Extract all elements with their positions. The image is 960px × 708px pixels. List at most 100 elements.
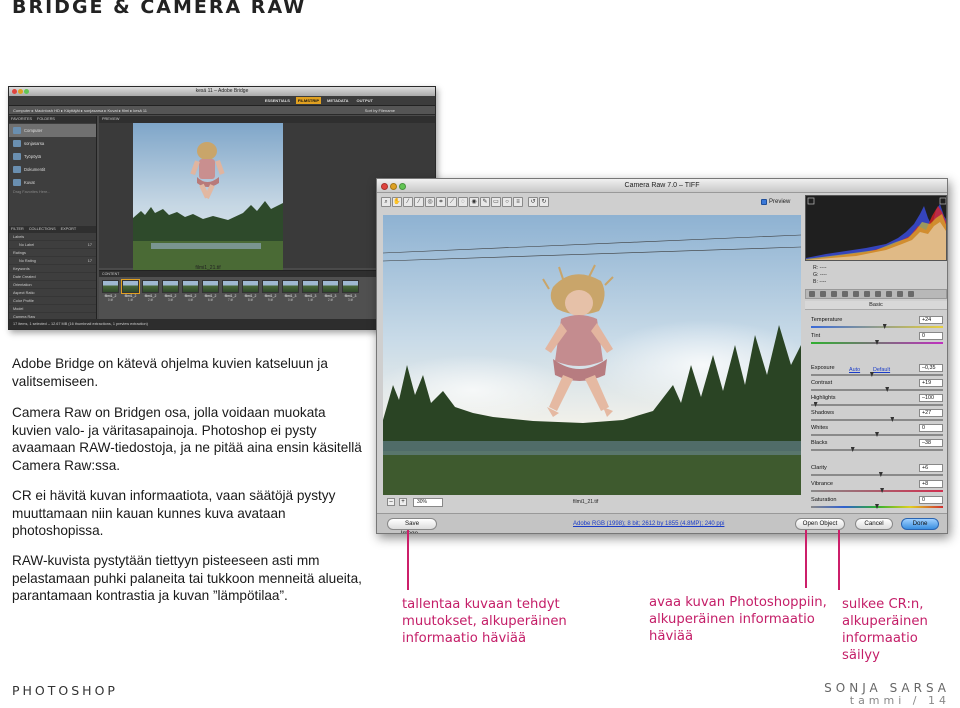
slider-exposure[interactable]: Exposure –0,35 bbox=[809, 364, 945, 379]
slider-value-field[interactable]: +19 bbox=[919, 379, 943, 387]
filmstrip-thumbnail[interactable]: filmi1_3 3.tif bbox=[342, 280, 359, 302]
minimize-icon[interactable] bbox=[18, 89, 23, 94]
slider-track[interactable] bbox=[811, 419, 943, 421]
slider-blacks[interactable]: Blacks –38 bbox=[809, 439, 945, 454]
filmstrip-thumbnail[interactable]: filmi1_2 4.tif bbox=[182, 280, 199, 302]
camera-raw-image[interactable] bbox=[383, 215, 801, 495]
camera-calibration-tab-icon[interactable] bbox=[886, 291, 892, 297]
minimize-icon[interactable] bbox=[390, 183, 397, 190]
cancel-button[interactable]: Cancel bbox=[855, 518, 893, 530]
filmstrip-thumbnail[interactable]: filmi1_2 1.tif bbox=[121, 279, 140, 302]
filmstrip-thumbnail[interactable]: filmi1_2 7.tif bbox=[222, 280, 239, 302]
filter-item[interactable]: Model bbox=[9, 305, 96, 313]
tone-curve-tab-icon[interactable] bbox=[820, 291, 826, 297]
zoom-level-select[interactable]: 30% bbox=[413, 498, 443, 507]
slider-vibrance[interactable]: Vibrance +8 bbox=[809, 480, 945, 495]
hand-tool-icon[interactable]: ✋ bbox=[392, 197, 402, 207]
filter-item[interactable]: Color Profile bbox=[9, 297, 96, 305]
workspace-output[interactable]: OUTPUT bbox=[355, 97, 375, 104]
slider-track[interactable] bbox=[811, 374, 943, 376]
filter-item[interactable]: No Label 17 bbox=[9, 241, 96, 249]
filmstrip-thumbnail[interactable]: filmi1_3 0.tif bbox=[282, 280, 299, 302]
graduated-filter-icon[interactable]: ▭ bbox=[491, 197, 501, 207]
filmstrip-thumbnail[interactable]: filmi1_2 2.tif bbox=[142, 280, 159, 302]
tab-filter[interactable]: FILTER bbox=[11, 226, 24, 233]
slider-value-field[interactable]: +8 bbox=[919, 480, 943, 488]
filter-item[interactable]: No Rating 17 bbox=[9, 257, 96, 265]
filmstrip-thumbnail[interactable]: filmi1_3 1.tif bbox=[302, 280, 319, 302]
zoom-icon[interactable] bbox=[399, 183, 406, 190]
slider-whites[interactable]: Whites 0 bbox=[809, 424, 945, 439]
slider-value-field[interactable]: +27 bbox=[919, 409, 943, 417]
slider-highlights[interactable]: Highlights –100 bbox=[809, 394, 945, 409]
preferences-icon[interactable]: ≡ bbox=[513, 197, 523, 207]
favorite-item[interactable]: Työpöytä bbox=[9, 150, 96, 163]
tab-folders[interactable]: FOLDERS bbox=[37, 116, 55, 123]
radial-filter-icon[interactable]: ○ bbox=[502, 197, 512, 207]
workspace-metadata[interactable]: METADATA bbox=[325, 97, 351, 104]
workspace-essentials[interactable]: ESSENTIALS bbox=[263, 97, 292, 104]
filmstrip-thumbnail[interactable]: filmi1_2 8.tif bbox=[242, 280, 259, 302]
slider-clarity[interactable]: Clarity +6 bbox=[809, 464, 945, 479]
adjustment-brush-icon[interactable]: ✎ bbox=[480, 197, 490, 207]
slider-value-field[interactable]: 0 bbox=[919, 332, 943, 340]
filmstrip-thumbnail[interactable]: filmi1_2 3.tif bbox=[162, 280, 179, 302]
effects-tab-icon[interactable] bbox=[875, 291, 881, 297]
rotate-right-icon[interactable]: ↻ bbox=[539, 197, 549, 207]
filter-item[interactable]: Aspect Ratio bbox=[9, 289, 96, 297]
open-object-button[interactable]: Open Object bbox=[795, 518, 845, 530]
favorite-item[interactable]: Computer bbox=[9, 124, 96, 137]
slider-saturation[interactable]: Saturation 0 bbox=[809, 496, 945, 511]
tab-preview[interactable]: PREVIEW bbox=[99, 116, 435, 123]
favorite-item[interactable]: Kuvat bbox=[9, 176, 96, 189]
filmstrip-thumbnail[interactable]: filmi1_2 0.tif bbox=[102, 280, 119, 302]
targeted-adjust-icon[interactable]: ◎ bbox=[425, 197, 435, 207]
slider-track[interactable] bbox=[811, 449, 943, 451]
done-button[interactable]: Done bbox=[901, 518, 939, 530]
slider-temperature[interactable]: Temperature +24 bbox=[809, 316, 945, 331]
slider-shadows[interactable]: Shadows +27 bbox=[809, 409, 945, 424]
slider-value-field[interactable]: 0 bbox=[919, 496, 943, 504]
crop-icon[interactable]: ⌗ bbox=[436, 197, 446, 207]
slider-track[interactable] bbox=[811, 490, 943, 492]
tab-collections[interactable]: COLLECTIONS bbox=[29, 226, 56, 233]
straighten-icon[interactable]: ⟋ bbox=[447, 197, 457, 207]
breadcrumb[interactable]: Computer ▸ Macintosh HD ▸ Käyttäjät ▸ so… bbox=[13, 108, 147, 113]
zoom-out-button[interactable]: – bbox=[387, 498, 395, 506]
favorite-item[interactable]: Dokumentit bbox=[9, 163, 96, 176]
slider-value-field[interactable]: +6 bbox=[919, 464, 943, 472]
presets-tab-icon[interactable] bbox=[897, 291, 903, 297]
snapshots-tab-icon[interactable] bbox=[908, 291, 914, 297]
zoom-in-button[interactable]: + bbox=[399, 498, 407, 506]
slider-value-field[interactable]: –38 bbox=[919, 439, 943, 447]
tab-export[interactable]: EXPORT bbox=[61, 226, 77, 233]
zoom-tool-icon[interactable]: ⌕ bbox=[381, 197, 391, 207]
preview-checkbox[interactable]: Preview bbox=[761, 199, 790, 205]
slider-track[interactable] bbox=[811, 404, 943, 406]
tab-favorites[interactable]: FAVORITES bbox=[11, 116, 32, 123]
slider-value-field[interactable]: 0 bbox=[919, 424, 943, 432]
filmstrip-thumbnail[interactable]: filmi1_2 6.tif bbox=[202, 280, 219, 302]
slider-contrast[interactable]: Contrast +19 bbox=[809, 379, 945, 394]
red-eye-icon[interactable]: ◉ bbox=[469, 197, 479, 207]
filter-item[interactable]: Date Created bbox=[9, 273, 96, 281]
spot-removal-icon[interactable]: ◌ bbox=[458, 197, 468, 207]
filter-item[interactable]: Labels bbox=[9, 233, 96, 241]
slider-track[interactable] bbox=[811, 389, 943, 391]
filter-item[interactable]: Ratings bbox=[9, 249, 96, 257]
white-balance-icon[interactable]: ⁄ bbox=[403, 197, 413, 207]
lens-tab-icon[interactable] bbox=[864, 291, 870, 297]
zoom-icon[interactable] bbox=[24, 89, 29, 94]
close-icon[interactable] bbox=[381, 183, 388, 190]
filmstrip-thumbnail[interactable]: filmi1_2 9.tif bbox=[262, 280, 279, 302]
filter-item[interactable]: Orientation bbox=[9, 281, 96, 289]
basic-tab-icon[interactable] bbox=[809, 291, 815, 297]
slider-value-field[interactable]: –0,35 bbox=[919, 364, 943, 372]
favorite-item[interactable]: sonjasarsa bbox=[9, 137, 96, 150]
filmstrip-thumbnail[interactable]: filmi1_3 2.tif bbox=[322, 280, 339, 302]
slider-track[interactable] bbox=[811, 474, 943, 476]
sort-menu[interactable]: Sort by Filename bbox=[365, 106, 395, 115]
color-sampler-icon[interactable]: ⁄ bbox=[414, 197, 424, 207]
filter-item[interactable]: Keywords bbox=[9, 265, 96, 273]
detail-tab-icon[interactable] bbox=[831, 291, 837, 297]
